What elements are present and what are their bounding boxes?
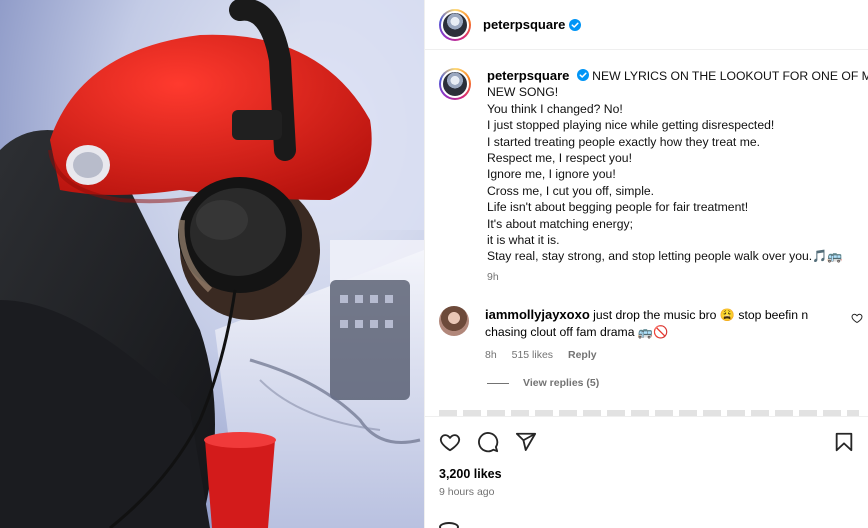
author-avatar[interactable] bbox=[439, 8, 471, 41]
comment-item: iammollyjayxoxo just drop the music bro … bbox=[439, 306, 868, 364]
comment-likes[interactable]: 515 likes bbox=[512, 349, 553, 361]
verified-badge-icon bbox=[569, 18, 582, 31]
likes-count[interactable]: 3,200 likes bbox=[439, 467, 502, 481]
comment-text-line2: chasing clout off fam drama 🚌🚫 bbox=[485, 325, 669, 339]
action-icons bbox=[439, 431, 537, 453]
caption-line-0: NEW LYRICS ON THE LOOKOUT FOR ONE OF MY bbox=[592, 69, 868, 83]
view-replies-button[interactable]: View replies (5) bbox=[487, 377, 599, 389]
caption-line-3: I just stopped playing nice while gettin… bbox=[487, 118, 775, 133]
post-header: peterpsquare bbox=[425, 0, 868, 50]
caption-text: peterpsquare NEW LYRICS ON THE LOOKOUT F… bbox=[487, 68, 868, 285]
commenter-username[interactable]: iammollyjayxoxo bbox=[485, 307, 590, 322]
comment-meta: 8h 515 likes Reply bbox=[485, 347, 835, 364]
action-bar: 3,200 likes 9 hours ago bbox=[425, 416, 868, 528]
comment-body: iammollyjayxoxo just drop the music bro … bbox=[485, 306, 835, 364]
caption-line-10: it is what it is. bbox=[487, 233, 560, 248]
caption-timestamp[interactable]: 9h bbox=[487, 269, 859, 285]
caption-line-5: Respect me, I respect you! bbox=[487, 151, 632, 166]
post-time-ago[interactable]: 9 hours ago bbox=[439, 486, 494, 498]
caption-line-7: Cross me, I cut you off, simple. bbox=[487, 183, 655, 198]
comment-heart-icon[interactable] bbox=[851, 312, 863, 324]
caption-line-9: It's about matching energy; bbox=[487, 216, 633, 231]
post-dialog: peterpsquare peterpsquare NEW LYRICS ON … bbox=[0, 0, 868, 528]
commenter-avatar[interactable] bbox=[439, 306, 469, 336]
caption-line-6: Ignore me, I ignore you! bbox=[487, 167, 616, 182]
bookmark-icon[interactable] bbox=[833, 431, 855, 453]
author-username[interactable]: peterpsquare bbox=[483, 17, 565, 32]
caption-line-2: You think I changed? No! bbox=[487, 101, 623, 116]
comment-text-line1: just drop the music bro 😩 stop beefin n bbox=[593, 308, 809, 322]
comment-icon[interactable] bbox=[477, 431, 499, 453]
emoji-icon[interactable] bbox=[439, 522, 459, 528]
verified-badge-icon bbox=[576, 69, 589, 81]
studio-photo bbox=[0, 0, 424, 528]
caption-author-avatar[interactable] bbox=[439, 68, 471, 100]
caption-line-4: I started treating people exactly how th… bbox=[487, 134, 761, 149]
caption-line-1: NEW SONG! bbox=[487, 85, 559, 100]
comment-time[interactable]: 8h bbox=[485, 349, 497, 361]
caption-username[interactable]: peterpsquare bbox=[487, 68, 569, 83]
caption-line-8: Life isn't about begging people for fair… bbox=[487, 200, 749, 215]
caption-line-11: Stay real, stay strong, and stop letting… bbox=[487, 249, 843, 264]
replies-divider bbox=[487, 382, 509, 384]
share-icon[interactable] bbox=[515, 431, 537, 453]
heart-icon[interactable] bbox=[439, 431, 461, 453]
post-details-panel: peterpsquare peterpsquare NEW LYRICS ON … bbox=[424, 0, 868, 528]
post-image[interactable] bbox=[0, 0, 424, 528]
reply-button[interactable]: Reply bbox=[568, 349, 597, 361]
post-caption: peterpsquare NEW LYRICS ON THE LOOKOUT F… bbox=[439, 68, 868, 285]
view-replies-label: View replies (5) bbox=[523, 377, 600, 389]
